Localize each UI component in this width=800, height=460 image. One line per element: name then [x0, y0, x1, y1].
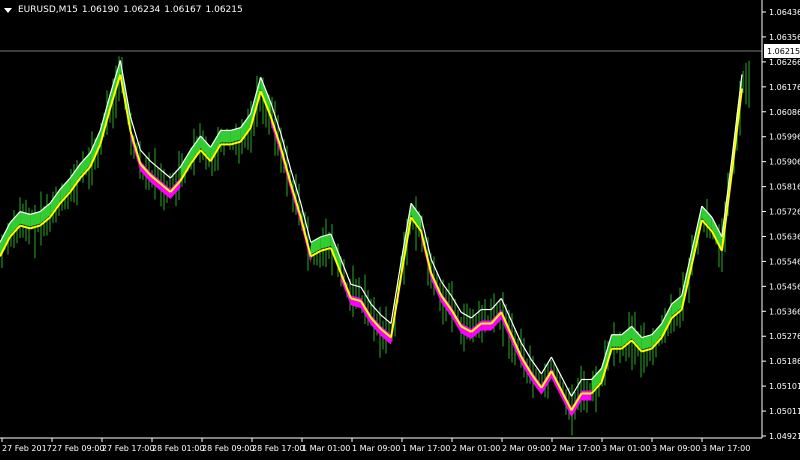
symbol-header: EURUSD,M15 1.06190 1.06234 1.06167 1.062…: [4, 3, 243, 17]
close-price: 1.06215: [205, 5, 243, 15]
y-tick-label: 1.06436: [769, 8, 800, 17]
chart-canvas[interactable]: 1.06436 1.06356 1.06266 1.06176 1.06086 1.059…: [0, 0, 800, 456]
price-chart[interactable]: 1.06436 1.06356 1.06266 1.06176 1.06086 1.059…: [0, 0, 800, 456]
y-tick-label: 1.05366: [769, 307, 800, 316]
y-tick-label: 1.05186: [769, 357, 800, 366]
x-tick-label: 27 Feb 2017: [2, 444, 52, 453]
open-price: 1.06190: [81, 5, 120, 15]
x-tick-label: 1 Mar 01:00: [302, 444, 350, 453]
y-tick-label: 1.06266: [769, 58, 800, 67]
x-tick-label: 28 Feb 01:00: [152, 444, 204, 453]
high-price: 1.06234: [123, 5, 161, 15]
y-tick-label: 1.05636: [769, 232, 800, 241]
x-tick-label: 27 Feb 17:00: [102, 444, 154, 453]
x-tick-label: 28 Feb 17:00: [252, 444, 304, 453]
x-tick-label: 27 Feb 09:00: [52, 444, 104, 453]
y-tick-label: 1.05456: [769, 282, 800, 291]
current-price-label: 1.06215: [767, 47, 800, 56]
x-tick-label: 3 Mar 01:00: [602, 444, 650, 453]
x-tick-label: 28 Feb 09:00: [202, 444, 254, 453]
x-tick-label: 3 Mar 09:00: [652, 444, 700, 453]
y-tick-label: 1.05726: [769, 208, 800, 217]
y-tick-label: 1.06086: [769, 108, 800, 117]
y-tick-label: 1.05996: [769, 133, 800, 142]
y-tick-label: 1.06356: [769, 33, 800, 42]
x-tick-label: 1 Mar 17:00: [402, 444, 450, 453]
collapse-triangle-icon[interactable]: [4, 7, 12, 13]
band-segment: [481, 320, 492, 331]
y-tick-label: 1.05011: [769, 407, 800, 416]
y-tick-label: 1.05101: [769, 382, 800, 391]
y-tick-label: 1.05816: [769, 183, 800, 192]
y-tick-label: 1.04921: [769, 432, 800, 441]
band-segment: [611, 334, 622, 347]
band-segment: [220, 130, 231, 143]
low-price: 1.06167: [164, 5, 202, 15]
x-tick-label: 2 Mar 01:00: [452, 444, 500, 453]
x-tick-label: 2 Mar 17:00: [552, 444, 600, 453]
y-tick-label: 1.05276: [769, 332, 800, 341]
y-tick-label: 1.05546: [769, 257, 800, 266]
band-segment: [581, 390, 592, 401]
y-tick-label: 1.06176: [769, 83, 800, 92]
x-tick-label: 3 Mar 17:00: [702, 444, 750, 453]
x-tick-label: 1 Mar 09:00: [352, 444, 400, 453]
symbol-label: EURUSD,M15: [18, 5, 78, 15]
y-tick-label: 1.05906: [769, 158, 800, 167]
x-tick-label: 2 Mar 09:00: [502, 444, 550, 453]
